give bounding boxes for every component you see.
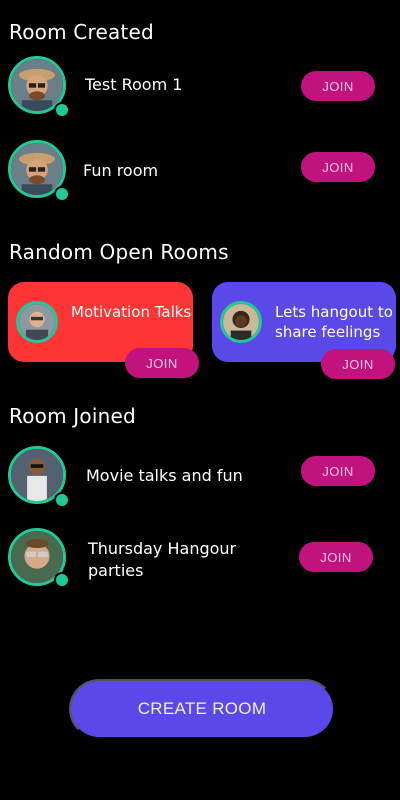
join-button[interactable]: JOIN	[125, 348, 199, 378]
join-button[interactable]: JOIN	[301, 152, 375, 182]
join-button[interactable]: JOIN	[321, 349, 395, 379]
joined-room-row[interactable]: Movie talks and fun JOIN	[0, 440, 400, 510]
join-button[interactable]: JOIN	[301, 456, 375, 486]
room-title: Lets hangout to share feelings	[275, 303, 393, 341]
room-name: Movie talks and fun	[86, 466, 243, 485]
room-title: Motivation Talks	[71, 303, 192, 321]
random-open-rooms-heading: Random Open Rooms	[9, 240, 229, 264]
avatar-image	[11, 143, 63, 195]
online-status-dot	[54, 186, 70, 202]
room-joined-heading: Room Joined	[9, 404, 136, 428]
join-button[interactable]: JOIN	[299, 542, 373, 572]
avatar-image	[223, 304, 259, 340]
online-status-dot	[54, 102, 70, 118]
join-button[interactable]: JOIN	[301, 71, 375, 101]
online-status-dot	[54, 492, 70, 508]
online-status-dot	[54, 572, 70, 588]
avatar	[220, 301, 262, 343]
created-room-row[interactable]: Test Room 1 JOIN	[0, 54, 400, 124]
room-created-heading: Room Created	[9, 20, 154, 44]
room-name: Test Room 1	[85, 75, 183, 94]
avatar-image	[11, 59, 63, 111]
joined-room-row[interactable]: Thursday Hangour parties JOIN	[0, 524, 400, 594]
room-name: Thursday Hangour parties	[88, 539, 237, 580]
avatar	[16, 301, 58, 343]
avatar-image	[19, 304, 55, 340]
create-room-button[interactable]: CREATE ROOM	[69, 679, 335, 739]
created-room-row[interactable]: Fun room JOIN	[0, 138, 400, 208]
room-name: Fun room	[83, 161, 159, 180]
avatar-image	[11, 449, 63, 501]
